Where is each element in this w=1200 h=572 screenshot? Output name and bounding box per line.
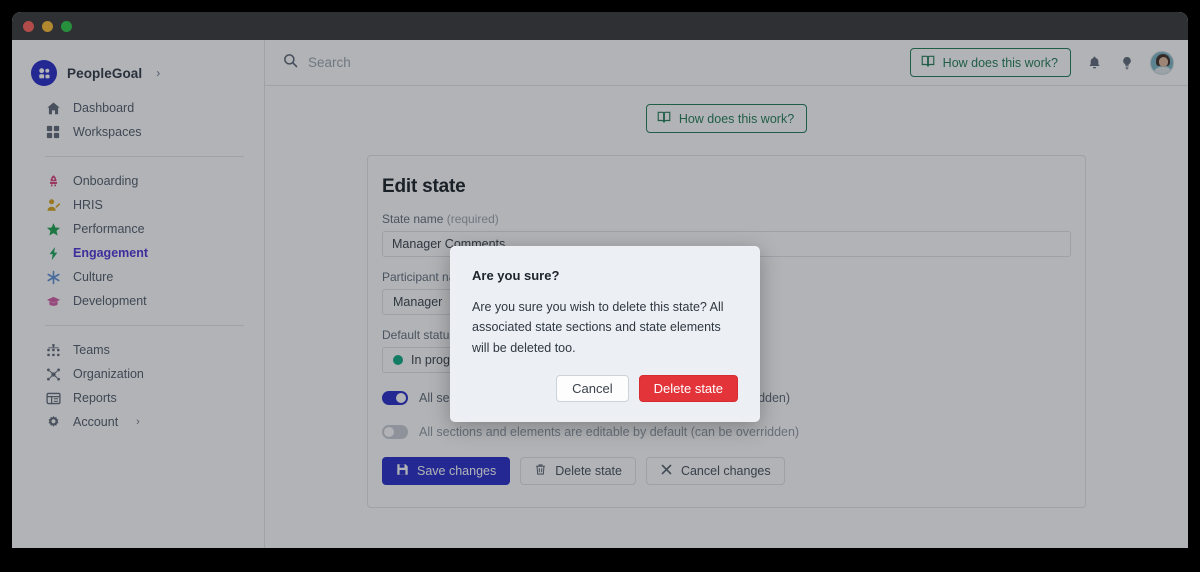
confirm-delete-dialog: Are you sure? Are you sure you wish to d… (450, 246, 760, 422)
dialog-confirm-delete-button[interactable]: Delete state (638, 374, 738, 402)
dialog-cancel-button[interactable]: Cancel (556, 374, 629, 402)
desktop-background: PeopleGoal › Dashboard Workspaces Onboar… (0, 0, 1200, 572)
dialog-title: Are you sure? (472, 268, 560, 283)
dialog-message: Are you sure you wish to delete this sta… (472, 300, 724, 355)
application-window: PeopleGoal › Dashboard Workspaces Onboar… (12, 12, 1188, 548)
dialog-actions: Cancel Delete state (472, 374, 738, 402)
